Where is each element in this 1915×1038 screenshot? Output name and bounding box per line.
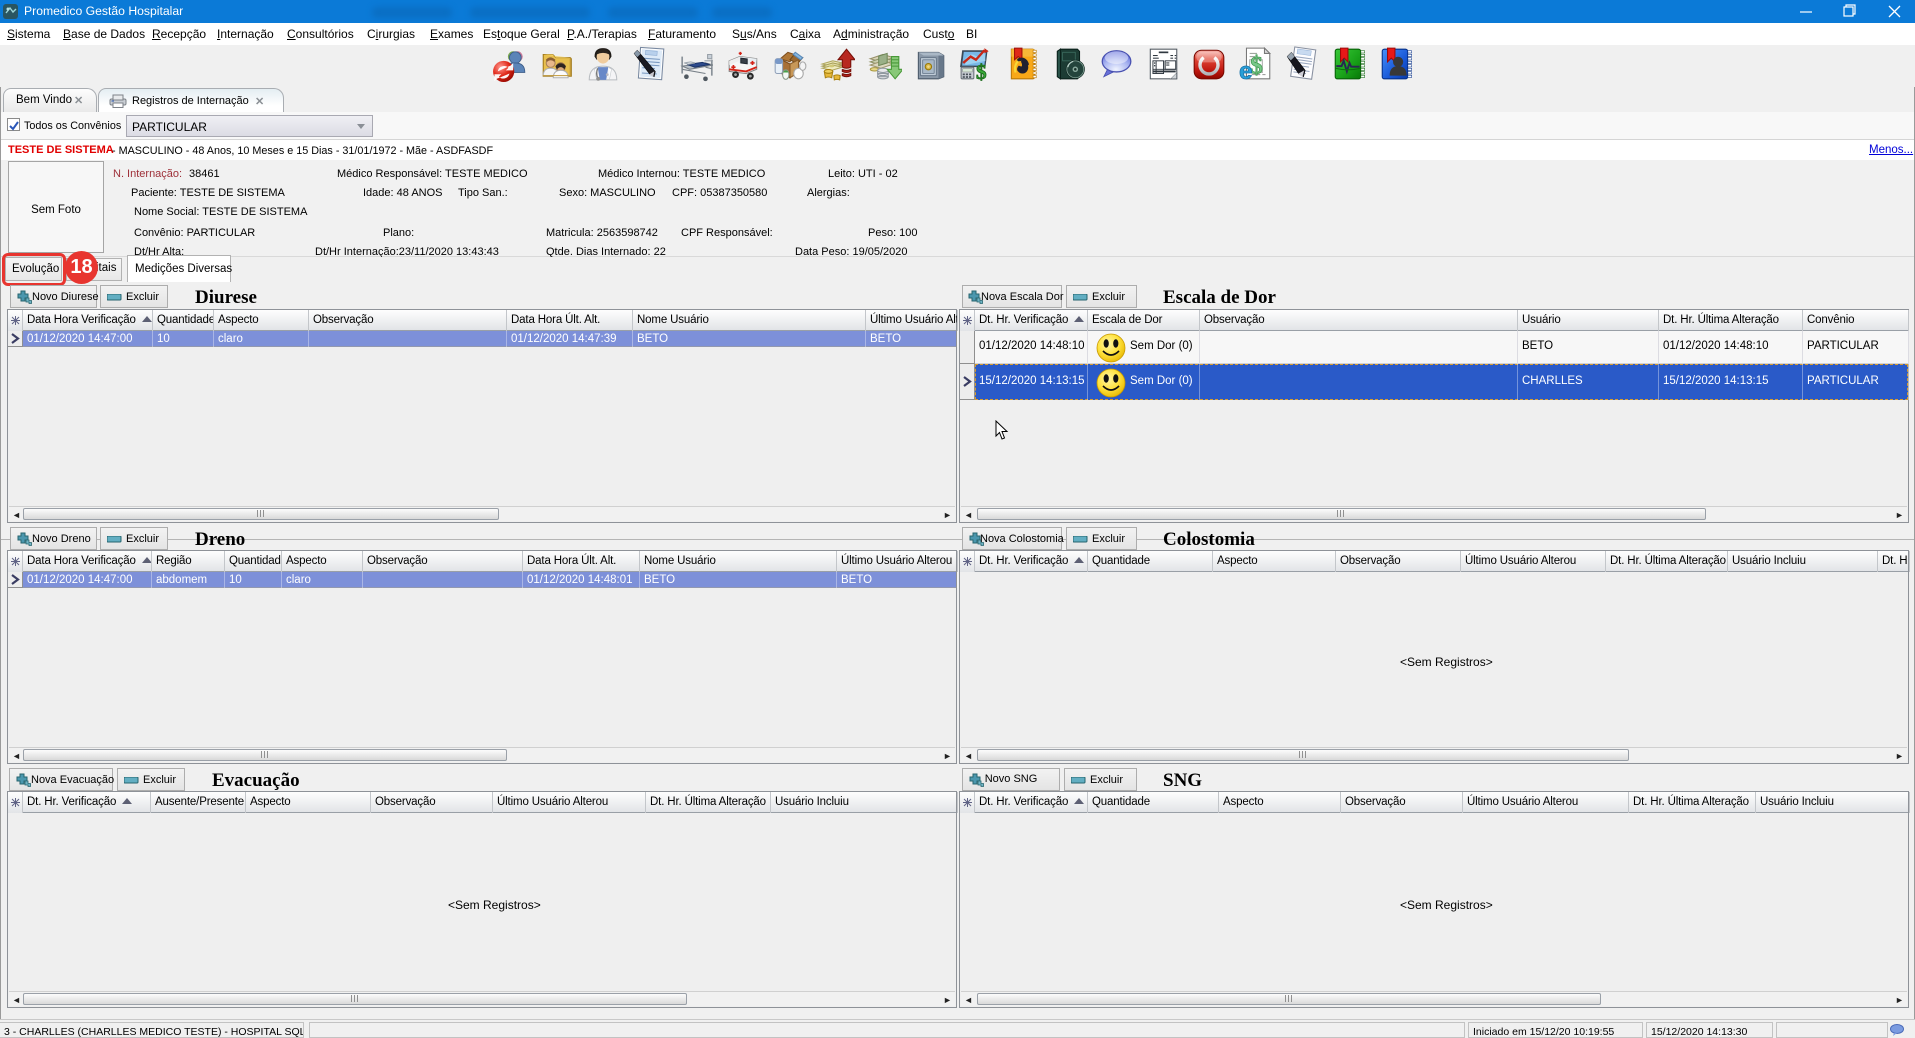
svg-text:e: e — [1239, 58, 1253, 82]
svg-text:$: $ — [976, 60, 987, 82]
